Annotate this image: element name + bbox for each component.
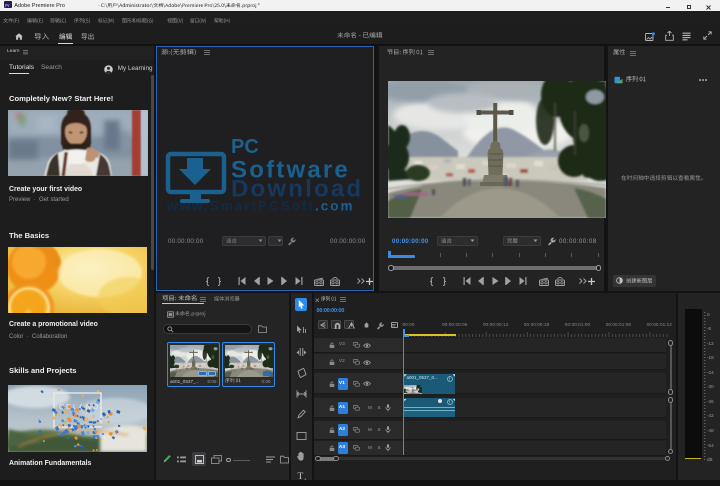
svg-text:f: f <box>448 400 450 405</box>
svg-text:f: f <box>448 376 450 381</box>
svg-text:PC: PC <box>231 136 259 158</box>
svg-text:+: + <box>304 477 307 482</box>
svg-text:www.SmartPCSoft.com: www.SmartPCSoft.com <box>166 199 355 214</box>
